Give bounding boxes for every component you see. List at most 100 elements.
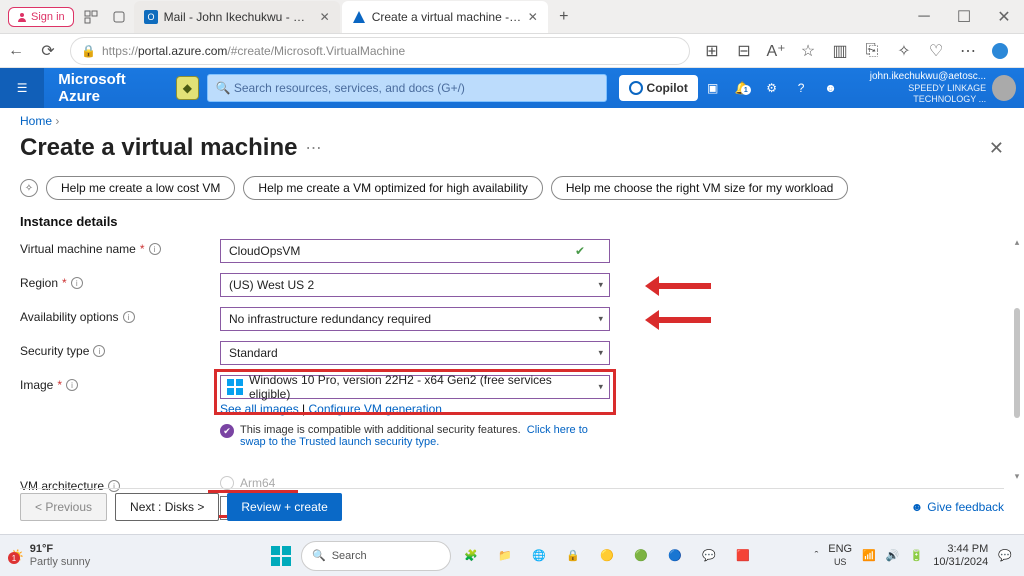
chevron-down-icon: ▾	[598, 314, 603, 325]
svg-text:O: O	[147, 12, 154, 22]
lock-icon: 🔒	[81, 44, 96, 58]
collections-icon[interactable]: ⎘	[856, 35, 888, 67]
tray-clock[interactable]: 3:44 PM10/31/2024	[933, 543, 988, 567]
weather-widget[interactable]: ☀️ 91°F Partly sunny	[0, 543, 90, 567]
feedback-icon[interactable]: ☻	[816, 81, 846, 95]
cloudshell-icon[interactable]: ▣	[698, 81, 728, 95]
tray-battery-icon[interactable]: 🔋	[910, 549, 924, 562]
taskbar-search[interactable]: 🔍Search	[301, 541, 451, 571]
see-all-images-link[interactable]: See all images	[220, 402, 299, 416]
preview-icon[interactable]: ◆	[176, 76, 198, 100]
vm-name-label: Virtual machine name	[20, 242, 136, 256]
scroll-up-icon[interactable]: ▴	[1011, 236, 1023, 248]
taskbar-whatsapp-icon[interactable]: 💬	[695, 542, 723, 570]
back-icon[interactable]: ←	[0, 35, 32, 67]
weather-temp: 91°F	[30, 543, 91, 555]
weather-icon: ☀️	[10, 549, 24, 562]
copilot-icon	[629, 81, 643, 95]
scrollbar-thumb[interactable]	[1014, 308, 1020, 418]
annotation-arrow	[645, 307, 711, 331]
tray-volume-icon[interactable]: 🔊	[886, 549, 900, 562]
info-icon[interactable]: i	[123, 311, 135, 323]
image-select[interactable]: Windows 10 Pro, version 22H2 - x64 Gen2 …	[220, 375, 610, 399]
favorite-icon[interactable]: ☆	[792, 35, 824, 67]
region-label: Region	[20, 276, 58, 290]
hamburger-icon[interactable]: ☰	[0, 68, 44, 108]
page-title: Create a virtual machine	[20, 134, 297, 162]
settings-gear-icon[interactable]: ⚙	[757, 81, 787, 95]
settings-icon[interactable]: ✧	[888, 35, 920, 67]
info-icon[interactable]: i	[93, 345, 105, 357]
info-icon[interactable]: i	[66, 379, 78, 391]
signin-button[interactable]: Sign in	[8, 7, 74, 27]
shield-check-icon: ✔	[220, 424, 234, 438]
tray-lang[interactable]: ENGUS	[828, 543, 852, 567]
info-icon[interactable]: i	[71, 277, 83, 289]
close-icon[interactable]: ✕	[528, 10, 538, 24]
new-tab-button[interactable]: +	[550, 8, 578, 26]
notifications-icon[interactable]: 🔔1	[727, 81, 757, 95]
split-icon[interactable]: ▥	[824, 35, 856, 67]
tray-chevron-icon[interactable]: ˆ	[815, 550, 819, 562]
start-icon[interactable]	[267, 542, 295, 570]
taskbar-app-5[interactable]: 🟥	[729, 542, 757, 570]
tray-wifi-icon[interactable]: 📶	[862, 549, 876, 562]
copilot-edge-icon[interactable]	[984, 35, 1016, 67]
taskbar-app-1[interactable]: 🧩	[457, 542, 485, 570]
chip-low-cost[interactable]: Help me create a low cost VM	[46, 176, 235, 200]
refresh-icon[interactable]: ⟳	[32, 35, 64, 67]
account-menu[interactable]: john.ikechukwu@aetosc... SPEEDY LINKAGE …	[845, 71, 1024, 105]
more-actions-icon[interactable]: ⋯	[305, 138, 321, 158]
workspaces-icon[interactable]	[80, 6, 102, 28]
url-path: /#create/Microsoft.VirtualMachine	[227, 44, 405, 58]
azure-search-input[interactable]: 🔍 Search resources, services, and docs (…	[207, 74, 607, 102]
configure-vm-gen-link[interactable]: Configure VM generation	[309, 402, 442, 416]
maximize-icon[interactable]: ☐	[944, 0, 984, 34]
shopping-icon[interactable]: ⊞	[696, 35, 728, 67]
breadcrumb-home[interactable]: Home	[20, 114, 52, 128]
help-icon[interactable]: ?	[786, 81, 816, 95]
user-org: SPEEDY LINKAGE TECHNOLOGY ...	[845, 83, 986, 105]
read-aloud-icon[interactable]: A⁺	[760, 35, 792, 67]
close-window-icon[interactable]: ✕	[984, 0, 1024, 34]
avatar	[992, 75, 1016, 101]
browser-tab-mail[interactable]: O Mail - John Ikechukwu - Outlook ✕	[134, 1, 340, 33]
taskbar-app-2[interactable]: 🔒	[559, 542, 587, 570]
ai-chip-icon: ✧	[20, 179, 38, 197]
taskbar-app-3[interactable]: 🟢	[627, 542, 655, 570]
outlook-icon: O	[144, 10, 158, 24]
availability-label: Availability options	[20, 310, 119, 324]
wallet-icon[interactable]: ♡	[920, 35, 952, 67]
browser-tab-azure[interactable]: Create a virtual machine - Micros ✕	[342, 1, 548, 33]
taskbar-chrome-icon[interactable]: 🟡	[593, 542, 621, 570]
brand-label[interactable]: Microsoft Azure	[44, 71, 176, 105]
tray-notifications-icon[interactable]: 💬	[998, 549, 1012, 562]
chip-high-avail[interactable]: Help me create a VM optimized for high a…	[243, 176, 542, 200]
search-icon: 🔍	[312, 549, 326, 562]
address-bar[interactable]: 🔒 https://portal.azure.com/#create/Micro…	[70, 37, 690, 65]
close-icon[interactable]: ✕	[320, 10, 330, 24]
give-feedback-link[interactable]: ☻ Give feedback	[911, 500, 1004, 514]
more-icon[interactable]: ⋯	[952, 35, 984, 67]
tabactions-icon[interactable]	[108, 6, 130, 28]
annotation-arrow	[645, 273, 711, 297]
taskbar-edge-icon[interactable]: 🌐	[525, 542, 553, 570]
signin-label: Sign in	[31, 11, 65, 23]
taskbar-explorer-icon[interactable]: 📁	[491, 542, 519, 570]
chip-vm-size[interactable]: Help me choose the right VM size for my …	[551, 176, 848, 200]
security-select[interactable]: Standard ▾	[220, 341, 610, 365]
taskbar-app-4[interactable]: 🔵	[661, 542, 689, 570]
vm-name-input[interactable]: CloudOpsVM ✔	[220, 239, 610, 263]
next-button[interactable]: Next : Disks >	[115, 493, 219, 521]
extensions-icon[interactable]: ⊟	[728, 35, 760, 67]
security-label: Security type	[20, 344, 89, 358]
section-instance-details: Instance details	[20, 214, 1004, 229]
availability-select[interactable]: No infrastructure redundancy required ▾	[220, 307, 610, 331]
copilot-button[interactable]: Copilot	[619, 75, 698, 101]
minimize-icon[interactable]: ─	[904, 0, 944, 34]
scroll-down-icon[interactable]: ▾	[1011, 470, 1023, 482]
info-icon[interactable]: i	[149, 243, 161, 255]
review-create-button[interactable]: Review + create	[227, 493, 341, 521]
close-blade-icon[interactable]: ✕	[989, 138, 1004, 159]
region-select[interactable]: (US) West US 2 ▾	[220, 273, 610, 297]
